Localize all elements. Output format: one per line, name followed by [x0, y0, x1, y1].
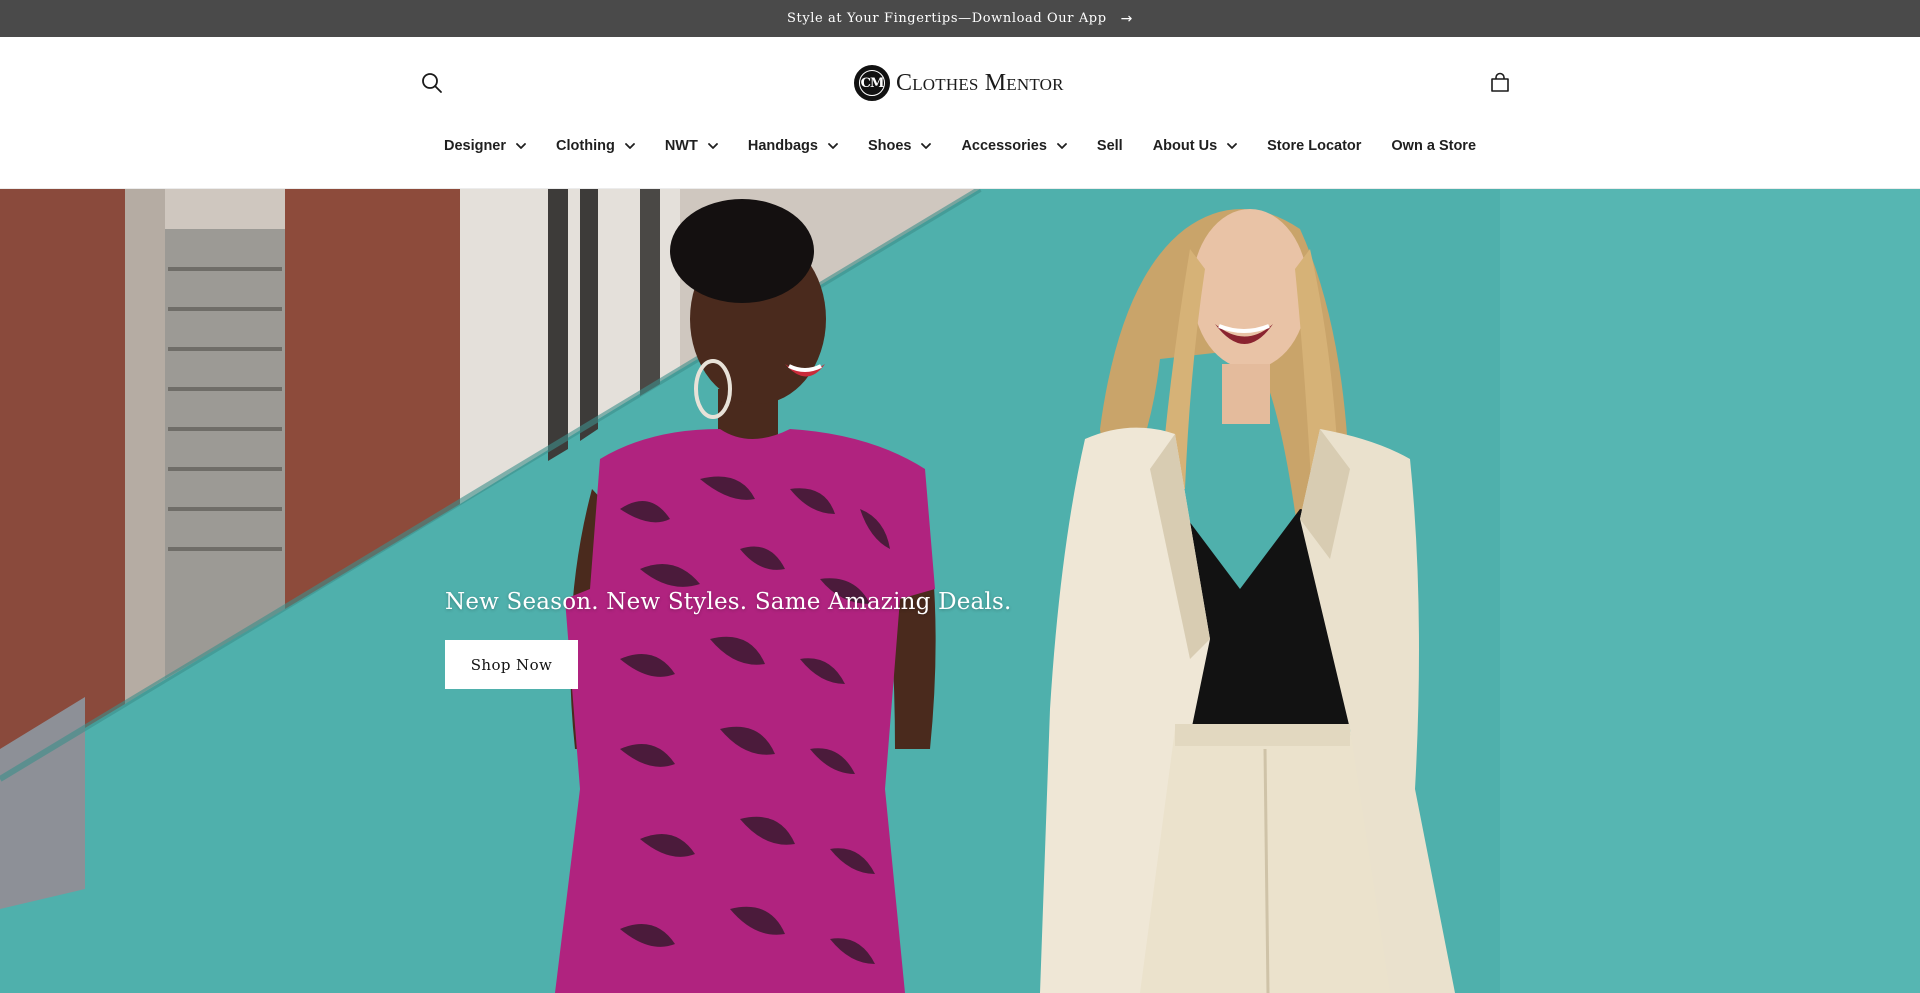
nav-item-label: About Us [1152, 138, 1218, 154]
nav-item-label: Designer [443, 138, 507, 154]
chevron-down-icon[interactable] [828, 142, 838, 150]
hero-banner: New Season. New Styles. Same Amazing Dea… [0, 189, 1920, 993]
chevron-down-icon[interactable] [921, 142, 932, 150]
nav-item-label: Accessories [961, 138, 1047, 154]
nav-item-shoes[interactable]: Shoes [853, 138, 947, 154]
chevron-down-icon[interactable] [516, 142, 526, 150]
hero-heading: New Season. New Styles. Same Amazing Dea… [445, 589, 1012, 615]
announcement-text[interactable]: Style at Your Fingertips—Download Our Ap… [787, 11, 1107, 26]
nav-item-sell[interactable]: Sell [1082, 138, 1138, 154]
nav-item-label: Sell [1096, 138, 1123, 154]
nav-item-accessories[interactable]: Accessories [946, 138, 1081, 154]
chevron-down-icon[interactable] [1227, 142, 1238, 150]
logo-text: Clothes Mentor [896, 69, 1064, 96]
site-logo[interactable]: CM Clothes Mentor [854, 64, 1064, 102]
chevron-down-icon[interactable] [624, 142, 635, 150]
nav-item-clothing[interactable]: Clothing [541, 138, 650, 154]
nav-item-store-locator[interactable]: Store Locator [1252, 138, 1376, 154]
nav-item-label: Handbags [747, 138, 818, 154]
main-navigation: Designer Clothing NWT Handbags Shoes Accessor… [0, 131, 1920, 161]
nav-item-nwt[interactable]: NWT [650, 138, 733, 154]
nav-item-label: Clothing [556, 138, 615, 154]
nav-item-label: Shoes [867, 138, 912, 154]
nav-item-designer[interactable]: Designer [429, 138, 541, 154]
nav-item-label: NWT [664, 138, 698, 154]
shopping-bag-icon[interactable] [1486, 69, 1514, 97]
nav-item-about-us[interactable]: About Us [1138, 138, 1252, 154]
shop-now-button[interactable]: Shop Now [445, 640, 578, 689]
arrow-right-icon[interactable]: → [1121, 11, 1133, 27]
nav-item-handbags[interactable]: Handbags [733, 138, 853, 154]
search-icon[interactable] [418, 69, 446, 97]
nav-item-own-a-store[interactable]: Own a Store [1376, 138, 1491, 154]
site-header: CM Clothes Mentor Designer Clothing NWT Han… [0, 37, 1920, 189]
chevron-down-icon[interactable] [1057, 142, 1067, 150]
chevron-down-icon[interactable] [707, 142, 718, 150]
announcement-bar[interactable]: Style at Your Fingertips—Download Our Ap… [0, 0, 1920, 37]
logo-mark: CM [854, 65, 890, 101]
nav-item-label: Store Locator [1267, 138, 1362, 154]
nav-item-label: Own a Store [1391, 138, 1477, 154]
